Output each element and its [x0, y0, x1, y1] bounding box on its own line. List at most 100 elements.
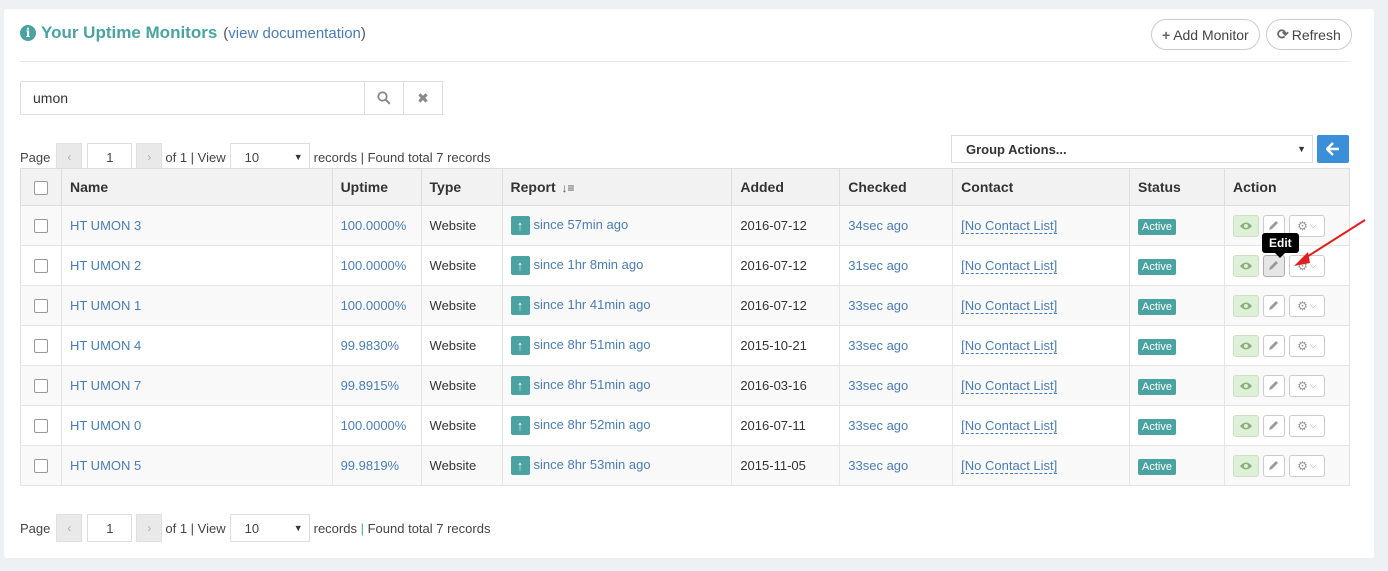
- contact-list-link[interactable]: [No Contact List]: [961, 458, 1058, 474]
- view-value: 10: [244, 149, 260, 165]
- checked-link[interactable]: 33sec ago: [848, 458, 908, 473]
- monitor-name-link[interactable]: HT UMON 5: [70, 458, 141, 473]
- report-cell: ↑ since 8hr 51min ago: [501, 325, 733, 366]
- page-input[interactable]: 1: [87, 143, 133, 171]
- uptime-link[interactable]: 100.0000%: [341, 418, 407, 433]
- monitor-name-link[interactable]: HT UMON 0: [70, 418, 141, 433]
- type-cell: Website: [420, 285, 503, 326]
- contact-list-link[interactable]: [No Contact List]: [961, 338, 1058, 354]
- action-cell: ⚙ ⌵: [1223, 445, 1351, 486]
- row-checkbox[interactable]: [33, 379, 48, 394]
- row-checkbox[interactable]: [33, 219, 48, 234]
- edit-button[interactable]: [1262, 374, 1285, 397]
- report-link[interactable]: since 8hr 51min ago: [534, 337, 651, 352]
- chevron-right-icon: ›: [147, 521, 152, 535]
- more-actions-button[interactable]: ⚙ ⌵: [1288, 294, 1325, 317]
- view-documentation-link[interactable]: view documentation: [228, 25, 361, 42]
- view-button[interactable]: [1232, 374, 1259, 397]
- view-button[interactable]: [1232, 294, 1259, 317]
- more-actions-button[interactable]: ⚙ ⌵: [1288, 414, 1325, 437]
- view-button[interactable]: [1232, 454, 1259, 477]
- search-input[interactable]: [20, 81, 365, 115]
- report-link[interactable]: since 57min ago: [534, 217, 629, 232]
- contact-list-link[interactable]: [No Contact List]: [961, 258, 1058, 274]
- contact-list-link[interactable]: [No Contact List]: [961, 298, 1058, 314]
- col-report[interactable]: Report ↓≡: [501, 168, 733, 206]
- table-row: HT UMON 7 99.8915% Website ↑ since 8hr 51min…: [20, 365, 1351, 406]
- col-checked[interactable]: Checked: [839, 168, 954, 206]
- col-type[interactable]: Type: [420, 168, 503, 206]
- contact-list-link[interactable]: [No Contact List]: [961, 378, 1058, 394]
- col-added[interactable]: Added: [731, 168, 841, 206]
- name-cell: HT UMON 4: [60, 325, 333, 366]
- col-status[interactable]: Status: [1129, 168, 1225, 206]
- uptime-link[interactable]: 100.0000%: [341, 218, 407, 233]
- report-link[interactable]: since 8hr 51min ago: [534, 377, 651, 392]
- status-cell: Active: [1129, 205, 1225, 246]
- of-label: of 1 | View: [165, 520, 226, 536]
- contact-list-link[interactable]: [No Contact List]: [961, 218, 1058, 234]
- row-checkbox[interactable]: [33, 259, 48, 274]
- clear-search-button[interactable]: ✖: [404, 81, 443, 115]
- add-monitor-button[interactable]: + Add Monitor: [1151, 19, 1260, 50]
- uptime-cell: 99.9819%: [331, 445, 422, 486]
- edit-button[interactable]: [1262, 294, 1285, 317]
- uptime-link[interactable]: 99.8915%: [341, 378, 400, 393]
- status-cell: Active: [1129, 365, 1225, 406]
- uptime-link[interactable]: 99.9830%: [341, 338, 400, 353]
- monitor-name-link[interactable]: HT UMON 4: [70, 338, 141, 353]
- checked-link[interactable]: 31sec ago: [848, 258, 908, 273]
- edit-button[interactable]: [1262, 414, 1285, 437]
- page-input[interactable]: 1: [87, 514, 133, 542]
- checked-link[interactable]: 34sec ago: [848, 218, 908, 233]
- monitor-name-link[interactable]: HT UMON 1: [70, 298, 141, 313]
- status-badge: Active: [1138, 259, 1176, 275]
- more-actions-button[interactable]: ⚙ ⌵: [1288, 374, 1325, 397]
- view-button[interactable]: [1232, 334, 1259, 357]
- checked-cell: 33sec ago: [839, 285, 954, 326]
- row-checkbox[interactable]: [33, 299, 48, 314]
- select-all-checkbox[interactable]: [33, 181, 48, 196]
- prev-page-button[interactable]: ‹: [56, 514, 83, 542]
- monitor-name-link[interactable]: HT UMON 7: [70, 378, 141, 393]
- next-page-button[interactable]: ›: [136, 143, 163, 171]
- refresh-button[interactable]: ⟳ Refresh: [1266, 19, 1352, 50]
- monitor-name-link[interactable]: HT UMON 3: [70, 218, 141, 233]
- view-select[interactable]: 10 ▼: [229, 143, 310, 171]
- report-link[interactable]: since 1hr 8min ago: [534, 257, 644, 272]
- more-actions-button[interactable]: ⚙ ⌵: [1288, 334, 1325, 357]
- report-cell: ↑ since 1hr 8min ago: [501, 245, 733, 286]
- edit-button[interactable]: [1262, 334, 1285, 357]
- view-button[interactable]: [1232, 214, 1259, 237]
- plus-icon: +: [1162, 26, 1171, 43]
- edit-button[interactable]: [1262, 454, 1285, 477]
- checked-link[interactable]: 33sec ago: [848, 298, 908, 313]
- row-checkbox[interactable]: [33, 459, 48, 474]
- next-page-button[interactable]: ›: [136, 514, 163, 542]
- monitor-name-link[interactable]: HT UMON 2: [70, 258, 141, 273]
- more-actions-button[interactable]: ⚙ ⌵: [1288, 454, 1325, 477]
- col-uptime[interactable]: Uptime: [331, 168, 422, 206]
- status-cell: Active: [1129, 325, 1225, 366]
- col-contact[interactable]: Contact: [952, 168, 1131, 206]
- report-link[interactable]: since 8hr 52min ago: [534, 417, 651, 432]
- report-link[interactable]: since 8hr 53min ago: [534, 457, 651, 472]
- apply-group-action-button[interactable]: [1317, 135, 1349, 163]
- search-button[interactable]: [365, 81, 404, 115]
- prev-page-button[interactable]: ‹: [56, 143, 83, 171]
- row-checkbox[interactable]: [33, 419, 48, 434]
- contact-list-link[interactable]: [No Contact List]: [961, 418, 1058, 434]
- checked-link[interactable]: 33sec ago: [848, 418, 908, 433]
- checked-link[interactable]: 33sec ago: [848, 338, 908, 353]
- view-button[interactable]: [1232, 414, 1259, 437]
- checked-link[interactable]: 33sec ago: [848, 378, 908, 393]
- uptime-link[interactable]: 100.0000%: [341, 258, 407, 273]
- view-select[interactable]: 10 ▼: [229, 514, 310, 542]
- uptime-link[interactable]: 100.0000%: [341, 298, 407, 313]
- report-link[interactable]: since 1hr 41min ago: [534, 297, 651, 312]
- view-button[interactable]: [1232, 254, 1259, 277]
- group-actions-select[interactable]: Group Actions... ▼: [951, 135, 1313, 163]
- row-checkbox[interactable]: [33, 339, 48, 354]
- uptime-link[interactable]: 99.9819%: [341, 458, 400, 473]
- col-name[interactable]: Name: [60, 168, 333, 206]
